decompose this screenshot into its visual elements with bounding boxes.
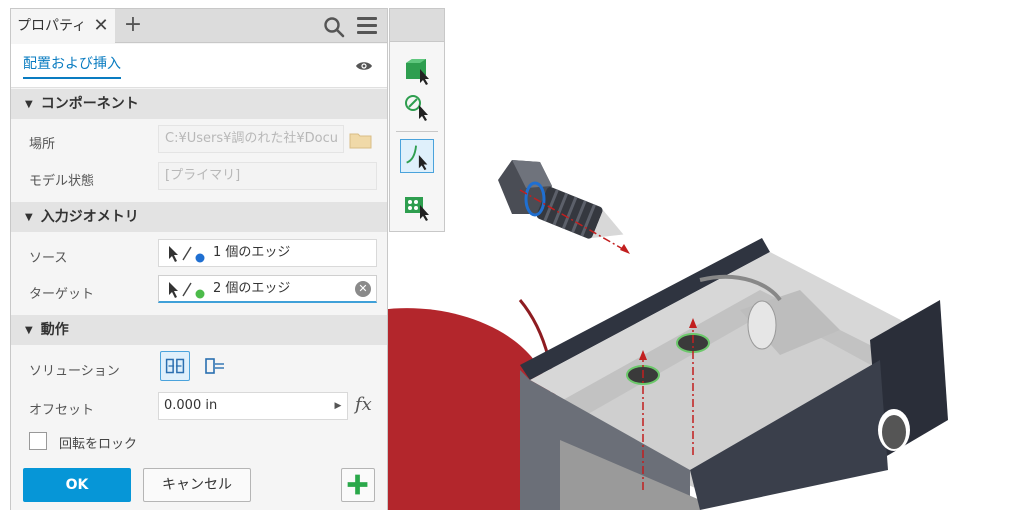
plus-icon[interactable]: + — [119, 9, 147, 43]
collapse-triangle-icon: ▼ — [25, 99, 33, 110]
close-icon[interactable]: ✕ — [91, 9, 111, 43]
ok-button[interactable]: OK — [23, 468, 131, 502]
select-edge-icon — [169, 246, 205, 263]
location-label: 場所 — [29, 137, 56, 152]
section-component-title: コンポーネント — [40, 96, 139, 112]
target-selector[interactable]: 2 個のエッジ ✕ — [158, 275, 377, 303]
folder-icon — [349, 133, 372, 149]
source-value: 1 個のエッジ — [213, 245, 291, 260]
apply-plus-button[interactable] — [341, 468, 375, 502]
target-label: ターゲット — [29, 287, 95, 302]
section-input-geometry-title: 入力ジオメトリ — [40, 209, 139, 225]
panel-tab-bar: プロパティ ✕ + — [11, 9, 387, 43]
subtab-row: 配置および挿入 — [11, 44, 387, 88]
lock-rotation-label: 回転をロック — [59, 437, 138, 452]
tab-properties-label: プロパティ — [17, 18, 87, 34]
hamburger-menu-icon[interactable] — [357, 17, 377, 35]
source-selector[interactable]: 1 個のエッジ — [158, 239, 377, 267]
model-state-label: モデル状態 — [29, 174, 95, 189]
section-component[interactable]: ▼ コンポーネント — [11, 89, 387, 119]
source-label: ソース — [29, 251, 68, 266]
offset-dropdown-arrow-icon[interactable]: ▶ — [328, 392, 348, 420]
tab-place-and-insert[interactable]: 配置および挿入 — [23, 53, 121, 79]
mini-toolbar-header — [390, 9, 444, 42]
viewport[interactable]: プロパティ ✕ + 配置および挿入 ▼ コンポーネント 場所 C:¥Users¥調… — [0, 0, 1024, 510]
offset-label: オフセット — [29, 403, 95, 418]
solution-label: ソリューション — [29, 364, 120, 379]
cancel-button[interactable]: キャンセル — [143, 468, 251, 502]
section-action[interactable]: ▼ 動作 — [11, 315, 387, 345]
model-state-field: [プライマリ] — [158, 162, 377, 190]
selection-mini-toolbar — [389, 8, 445, 232]
offset-input[interactable]: 0.000 in — [158, 392, 348, 420]
mini-toolbar-divider — [396, 131, 438, 132]
select-edge-icon[interactable] — [400, 139, 434, 173]
tab-properties[interactable]: プロパティ ✕ — [11, 9, 115, 43]
fx-function-icon[interactable]: fx — [355, 394, 379, 418]
collapse-triangle-icon: ▼ — [25, 212, 33, 223]
section-action-title: 動作 — [40, 322, 69, 338]
select-pattern-icon[interactable] — [400, 189, 434, 223]
solution-flush-icon[interactable] — [200, 351, 230, 381]
clear-selection-icon[interactable]: ✕ — [355, 281, 371, 297]
solution-mate-icon[interactable] — [160, 351, 190, 381]
location-field: C:¥Users¥調のれた社¥Docu — [158, 125, 344, 153]
select-edge-icon — [169, 282, 205, 299]
select-feature-icon[interactable] — [400, 89, 434, 123]
eye-icon[interactable] — [355, 60, 373, 72]
select-component-icon[interactable] — [400, 53, 434, 87]
target-value: 2 個のエッジ — [213, 281, 291, 296]
properties-panel: プロパティ ✕ + 配置および挿入 ▼ コンポーネント 場所 C:¥Users¥調… — [10, 8, 388, 510]
lock-rotation-checkbox[interactable] — [29, 432, 47, 450]
section-input-geometry[interactable]: ▼ 入力ジオメトリ — [11, 202, 387, 232]
search-icon[interactable] — [323, 16, 345, 38]
collapse-triangle-icon: ▼ — [25, 325, 33, 336]
